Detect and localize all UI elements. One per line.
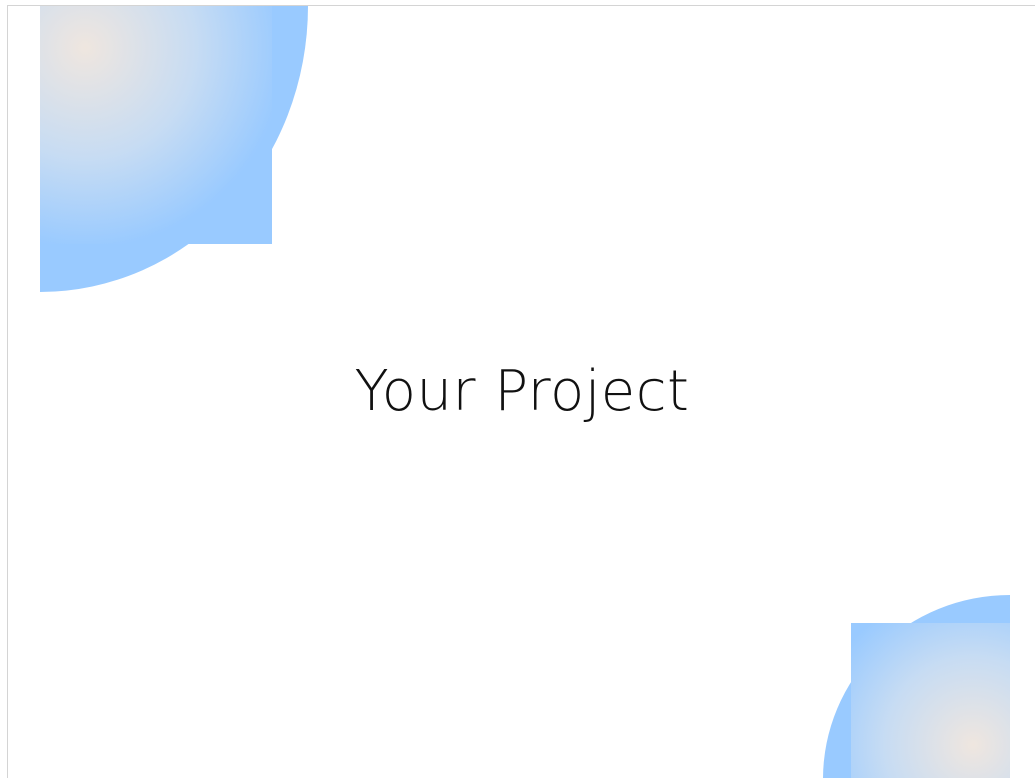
slide-canvas: Your Project: [7, 5, 1035, 778]
decorative-quarter-circle-top-left: [40, 6, 308, 292]
quarter-circle-glow-top-left: [40, 6, 272, 244]
slide-title[interactable]: Your Project: [8, 358, 1035, 425]
quarter-circle-glow-bottom-right: [851, 623, 1010, 778]
decorative-quarter-circle-bottom-right: [823, 595, 1010, 778]
